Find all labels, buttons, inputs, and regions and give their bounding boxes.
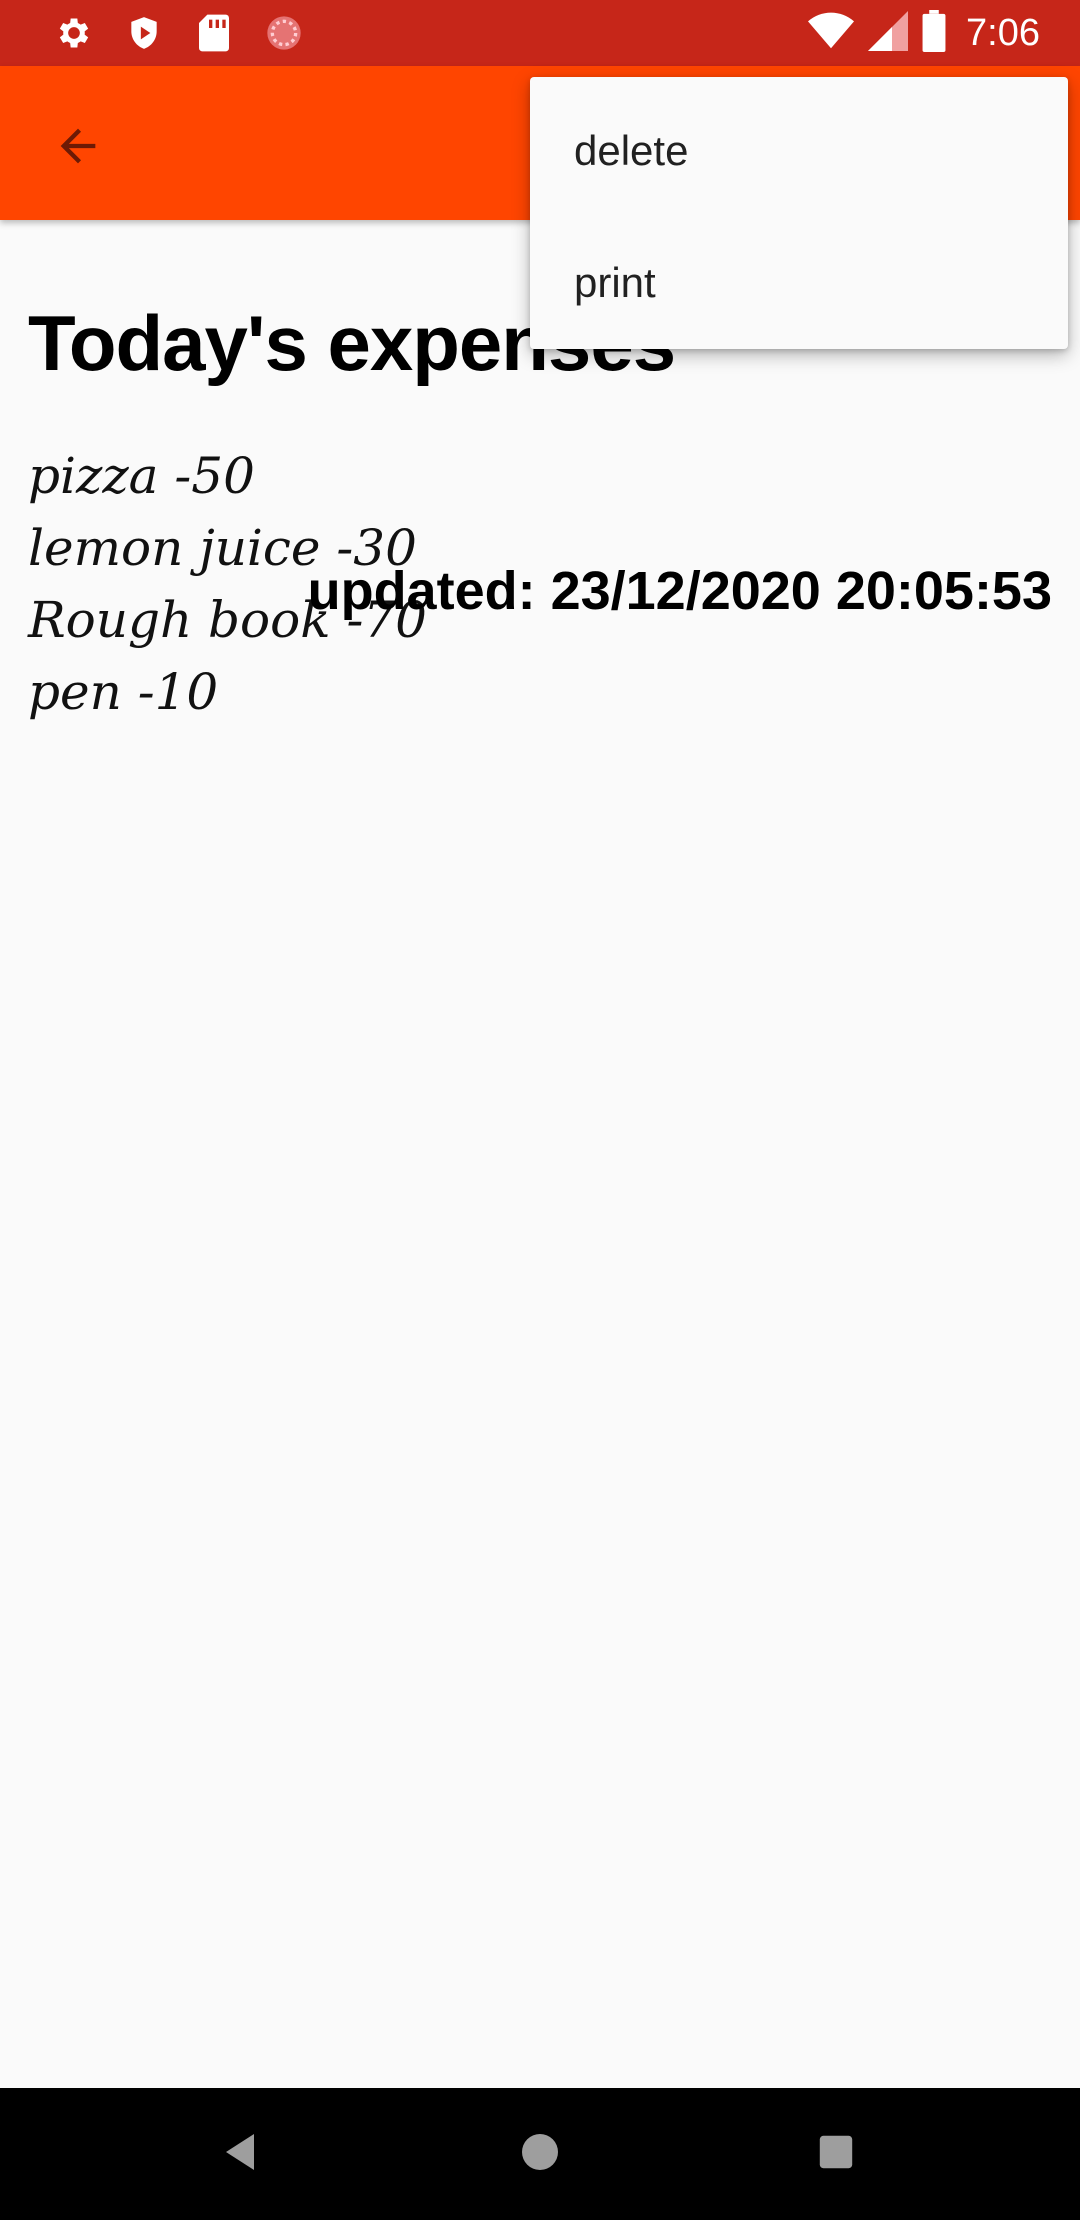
status-clock: 7:06 bbox=[966, 11, 1040, 54]
nav-recents-button[interactable] bbox=[800, 2118, 872, 2190]
sd-card-icon bbox=[192, 11, 236, 55]
menu-item-delete[interactable]: delete bbox=[530, 85, 1068, 217]
status-notification-icons bbox=[52, 11, 306, 55]
nav-back-button[interactable] bbox=[206, 2118, 278, 2190]
shield-play-icon bbox=[122, 11, 166, 55]
nav-home-button[interactable] bbox=[504, 2118, 576, 2190]
wifi-icon bbox=[808, 11, 855, 55]
signal-icon bbox=[868, 11, 909, 55]
status-system-icons: 7:06 bbox=[808, 8, 1040, 58]
home-circle-icon bbox=[520, 2132, 560, 2176]
menu-item-print[interactable]: print bbox=[530, 217, 1068, 349]
arrow-back-icon bbox=[52, 120, 104, 176]
back-button[interactable] bbox=[40, 110, 116, 186]
list-item: pen -10 bbox=[28, 663, 219, 721]
list-item: pizza -50 bbox=[28, 447, 255, 505]
battery-icon bbox=[922, 10, 946, 56]
updated-timestamp: updated: 23/12/2020 20:05:53 bbox=[307, 561, 1052, 621]
navigation-bar bbox=[0, 2088, 1080, 2220]
sync-icon bbox=[262, 11, 306, 55]
overflow-menu: delete print bbox=[530, 77, 1068, 349]
back-triangle-icon bbox=[222, 2132, 262, 2176]
recents-square-icon bbox=[818, 2134, 854, 2174]
gear-icon bbox=[52, 11, 96, 55]
status-bar: 7:06 bbox=[0, 0, 1080, 66]
